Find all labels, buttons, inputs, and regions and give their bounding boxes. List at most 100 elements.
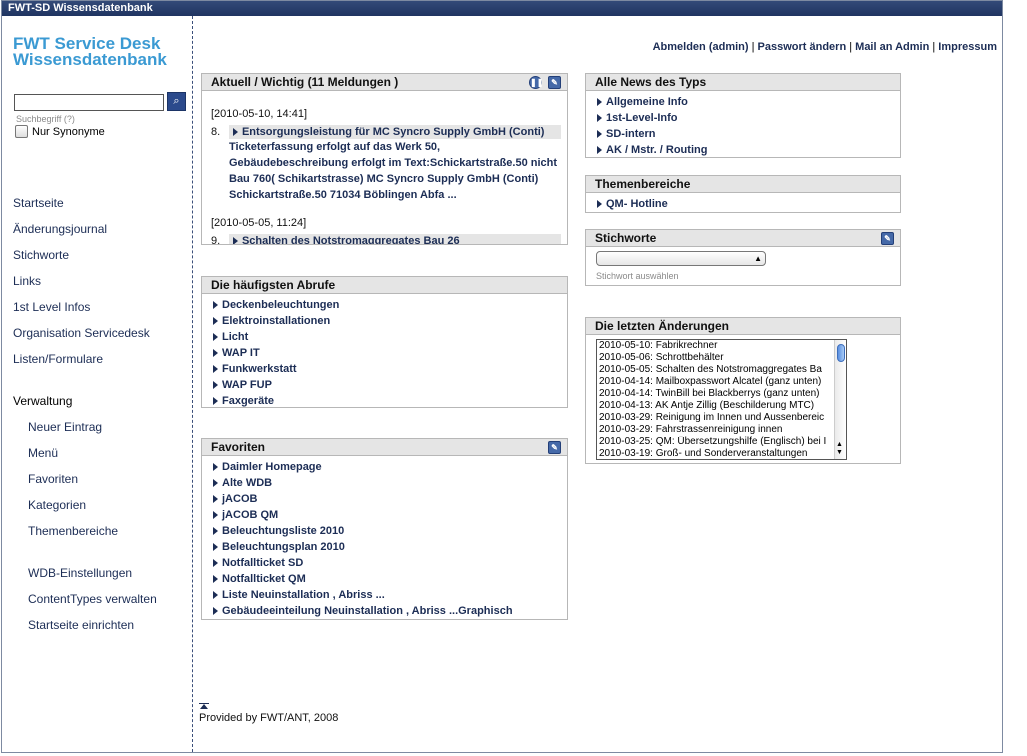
binoculars-icon: ⌕ — [173, 95, 180, 107]
news-type-link[interactable]: SD-intern — [597, 126, 900, 142]
favorite-link[interactable]: Notfallticket QM — [213, 571, 567, 587]
change-item[interactable]: 2010-03-29: Fahrstrassenreinigung innen — [597, 424, 835, 436]
popular-link[interactable]: Elektroinstallationen — [213, 313, 567, 329]
top-links: Abmelden (admin) | Passwort ändern | Mai… — [652, 41, 997, 53]
synonyms-label: Nur Synonyme — [32, 125, 105, 138]
edit-icon[interactable]: ✎ — [548, 76, 561, 89]
nav-favoriten[interactable]: Favoriten — [28, 472, 78, 486]
nav-verwaltung-heading: Verwaltung — [13, 394, 73, 408]
favorites-panel-title: Favoriten — [211, 440, 266, 454]
synonyms-checkbox[interactable] — [15, 125, 28, 138]
change-item[interactable]: 2010-05-10: Fabrikrechner — [597, 340, 835, 352]
change-item[interactable]: 2010-04-14: Mailboxpasswort Alcatel (gan… — [597, 376, 835, 388]
change-item[interactable]: 2010-03-19: Groß- und Sonderveranstaltun… — [597, 448, 835, 459]
arrow-right-icon — [213, 365, 218, 373]
scroll-arrows-icon[interactable]: ▲ ▼ — [836, 441, 843, 457]
popular-list: Deckenbeleuchtungen Elektroinstallatione… — [202, 294, 567, 409]
arrow-right-icon — [597, 200, 602, 208]
nav-stichworte[interactable]: Stichworte — [13, 248, 69, 262]
news-list[interactable]: [2010-05-10, 14:41] 8. Entsorgungsleistu… — [211, 108, 561, 244]
favorite-link[interactable]: Gebäudeeinteilung Neuinstallation , Abri… — [213, 603, 567, 619]
imprint-link[interactable]: Impressum — [938, 41, 997, 53]
arrow-right-icon — [597, 146, 602, 154]
nav-wdb-einstellungen[interactable]: WDB-Einstellungen — [28, 566, 132, 580]
favorite-link[interactable]: Beleuchtungsliste 2010 — [213, 523, 567, 539]
favorite-link[interactable]: jACOB QM — [213, 507, 567, 523]
search-input[interactable] — [14, 94, 164, 111]
arrow-right-icon — [213, 495, 218, 503]
edit-icon[interactable]: ✎ — [548, 441, 561, 454]
keywords-panel-title: Stichworte — [595, 231, 657, 245]
search-button[interactable]: ⌕ — [167, 92, 186, 111]
pause-icon[interactable]: ❚❚ — [529, 76, 543, 89]
change-password-link[interactable]: Passwort ändern — [758, 41, 847, 53]
change-item[interactable]: 2010-03-29: Reinigung im Innen und Ausse… — [597, 412, 835, 424]
site-logo[interactable]: FWT Service Desk Wissensdatenbank — [13, 35, 167, 69]
nav-themenbereiche[interactable]: Themenbereiche — [28, 524, 118, 538]
popular-link[interactable]: Deckenbeleuchtungen — [213, 297, 567, 313]
nav-1st-level-infos[interactable]: 1st Level Infos — [13, 300, 90, 314]
nav-aenderungsjournal[interactable]: Änderungsjournal — [13, 222, 107, 236]
popular-link[interactable]: Funkwerkstatt — [213, 361, 567, 377]
logout-link[interactable]: Abmelden (admin) — [653, 41, 749, 53]
nav-startseite-einrichten[interactable]: Startseite einrichten — [28, 618, 134, 632]
changes-listbox[interactable]: 2010-05-10: Fabrikrechner 2010-05-06: Sc… — [596, 339, 847, 460]
logo-line2: Wissensdatenbank — [13, 50, 167, 69]
favorite-link[interactable]: Notfallticket SD — [213, 555, 567, 571]
favorite-link[interactable]: Daimler Homepage — [213, 459, 567, 475]
popular-link[interactable]: WAP IT — [213, 345, 567, 361]
arrow-right-icon — [213, 349, 218, 357]
synonyms-option[interactable]: Nur Synonyme — [15, 125, 105, 138]
popular-panel-header: Die häufigsten Abrufe — [202, 277, 567, 294]
mail-admin-link[interactable]: Mail an Admin — [855, 41, 929, 53]
favorite-link[interactable]: jACOB — [213, 491, 567, 507]
nav-kategorien[interactable]: Kategorien — [28, 498, 86, 512]
footer-text: Provided by FWT/ANT, 2008 — [199, 712, 339, 724]
nav-menue[interactable]: Menü — [28, 446, 58, 460]
favorite-link[interactable]: Beleuchtungsplan 2010 — [213, 539, 567, 555]
nav-organisation-servicedesk[interactable]: Organisation Servicedesk — [13, 326, 150, 340]
changes-panel-header: Die letzten Änderungen — [586, 318, 900, 335]
edit-icon[interactable]: ✎ — [881, 232, 894, 245]
news-type-link[interactable]: 1st-Level-Info — [597, 110, 900, 126]
change-item[interactable]: 2010-05-06: Schrottbehälter — [597, 352, 835, 364]
arrow-right-icon — [213, 527, 218, 535]
change-item[interactable]: 2010-04-13: AK Antje Zillig (Beschilderu… — [597, 400, 835, 412]
arrow-right-icon — [213, 479, 218, 487]
search-hint[interactable]: Suchbegriff (?) — [16, 114, 75, 124]
keywords-panel: Stichworte ✎ ▲ Stichwort auswählen — [585, 229, 901, 286]
topics-panel-header: Themenbereiche — [586, 176, 900, 193]
arrow-right-icon — [213, 463, 218, 471]
arrow-right-icon — [597, 114, 602, 122]
nav-listen-formulare[interactable]: Listen/Formulare — [13, 352, 103, 366]
nav-startseite[interactable]: Startseite — [13, 196, 64, 210]
keyword-select-hint: Stichwort auswählen — [596, 271, 679, 281]
changes-scrollbar[interactable]: ▲ ▼ — [834, 340, 846, 459]
nav-links[interactable]: Links — [13, 274, 41, 288]
favorites-panel: Favoriten ✎ Daimler Homepage Alte WDB jA… — [201, 438, 568, 620]
arrow-right-icon — [213, 591, 218, 599]
favorite-link[interactable]: Liste Neuinstallation , Abriss ... — [213, 587, 567, 603]
scrollbar-thumb[interactable] — [837, 344, 845, 362]
popular-link[interactable]: Licht — [213, 329, 567, 345]
news-type-link[interactable]: Allgemeine Info — [597, 94, 900, 110]
news-text: Ticketerfassung erfolgt auf das Werk 50,… — [229, 141, 558, 201]
nav-contenttypes-verwalten[interactable]: ContentTypes verwalten — [28, 592, 157, 606]
news-title[interactable]: Entsorgungsleistung für MC Syncro Supply… — [228, 125, 561, 139]
keyword-select[interactable]: ▲ — [596, 251, 766, 266]
back-to-top-icon[interactable] — [199, 703, 209, 710]
popular-link[interactable]: WAP FUP — [213, 377, 567, 393]
change-item[interactable]: 2010-04-14: TwinBill bei Blackberrys (ga… — [597, 388, 835, 400]
change-item[interactable]: 2010-05-05: Schalten des Notstromaggrega… — [597, 364, 835, 376]
popular-link[interactable]: Faxgeräte — [213, 393, 567, 409]
arrow-right-icon — [213, 575, 218, 583]
news-type-link[interactable]: AK / Mstr. / Routing — [597, 142, 900, 158]
change-item[interactable]: 2010-03-25: QM: Übersetzungshilfe (Engli… — [597, 436, 835, 448]
news-title[interactable]: Schalten des Notstromaggregates Bau 26 — [228, 234, 561, 244]
changes-panel: Die letzten Änderungen 2010-05-10: Fabri… — [585, 317, 901, 464]
favorite-link[interactable]: Alte WDB — [213, 475, 567, 491]
popular-panel: Die häufigsten Abrufe Deckenbeleuchtunge… — [201, 276, 568, 408]
nav-neuer-eintrag[interactable]: Neuer Eintrag — [28, 420, 102, 434]
topic-link[interactable]: QM- Hotline — [597, 196, 900, 212]
arrow-right-icon — [213, 381, 218, 389]
